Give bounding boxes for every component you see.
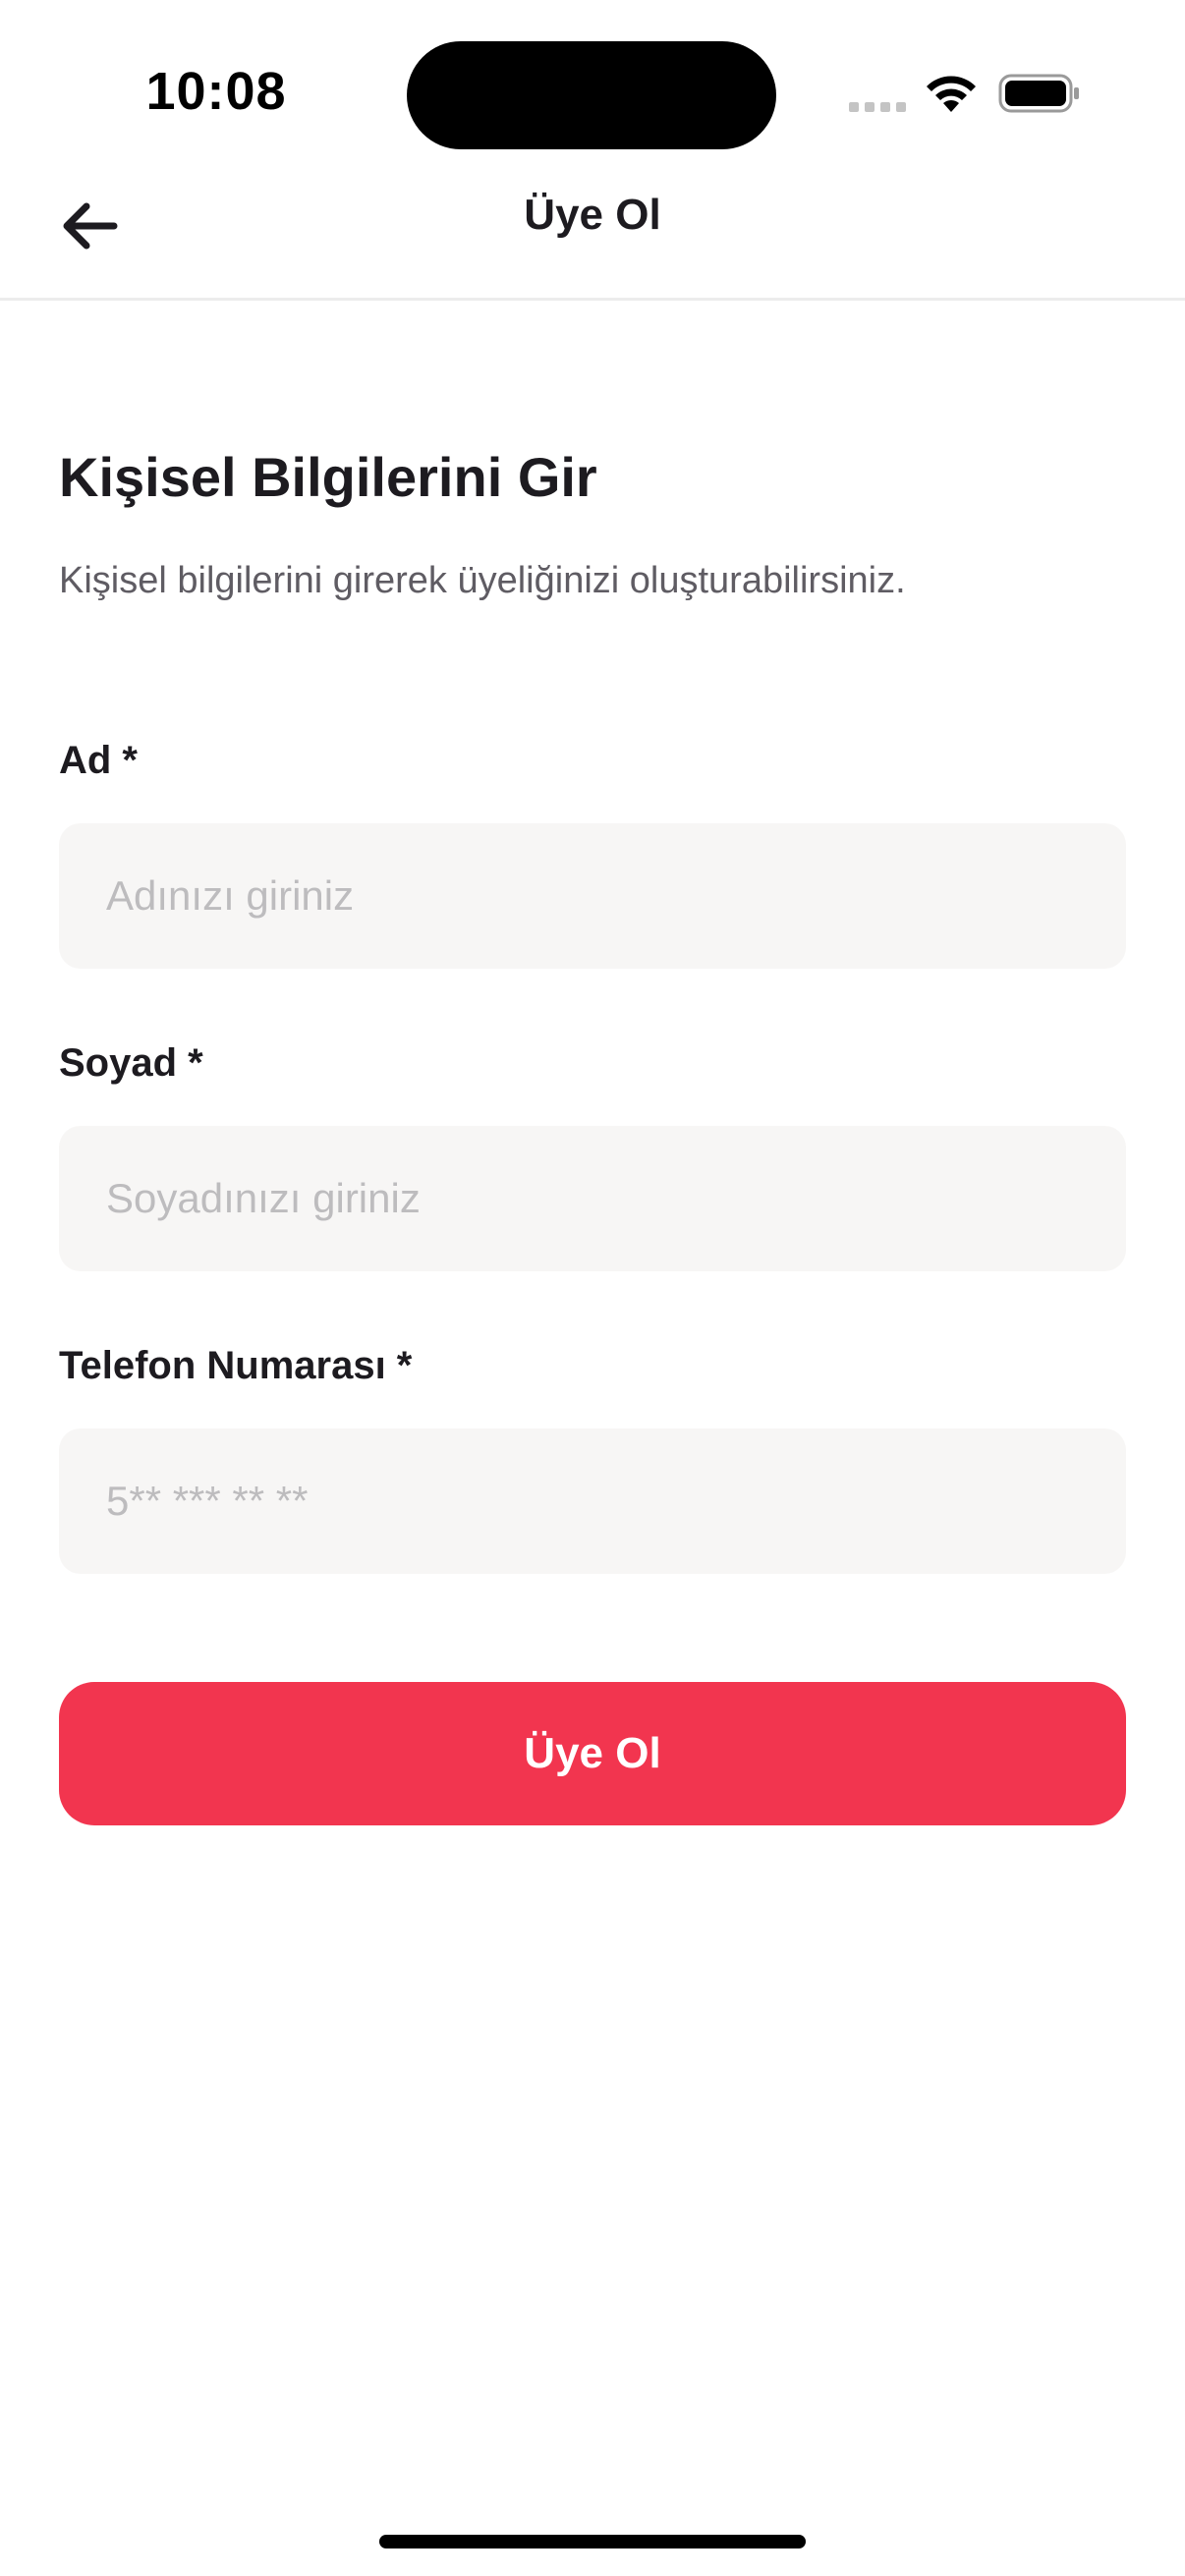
signup-button[interactable]: Üye Ol xyxy=(59,1682,1126,1825)
last-name-input[interactable] xyxy=(59,1126,1126,1271)
dynamic-island xyxy=(407,41,776,149)
first-name-label: Ad * xyxy=(59,739,138,782)
status-bar: 10:08 xyxy=(0,0,1185,157)
page-header-title: Üye Ol xyxy=(524,191,661,239)
signup-form: Kişisel Bilgilerini Gir Kişisel bilgiler… xyxy=(59,301,1126,1825)
form-subtitle: Kişisel bilgilerini girerek üyeliğinizi … xyxy=(59,560,906,602)
phone-label: Telefon Numarası * xyxy=(59,1344,413,1387)
status-time: 10:08 xyxy=(145,62,287,121)
form-title: Kişisel Bilgilerini Gir xyxy=(59,446,597,508)
battery-icon xyxy=(998,74,1079,113)
first-name-input[interactable] xyxy=(59,823,1126,969)
phone-input[interactable] xyxy=(59,1428,1126,1574)
wifi-icon xyxy=(927,76,976,112)
nav-header: Üye Ol xyxy=(0,157,1185,301)
cellular-signal-icon xyxy=(849,102,908,112)
home-indicator xyxy=(379,2535,806,2548)
last-name-label: Soyad * xyxy=(59,1041,203,1085)
signup-screen: 10:08 Üye Ol Kişisel Bilgilerini Gir Kiş… xyxy=(0,0,1185,2576)
